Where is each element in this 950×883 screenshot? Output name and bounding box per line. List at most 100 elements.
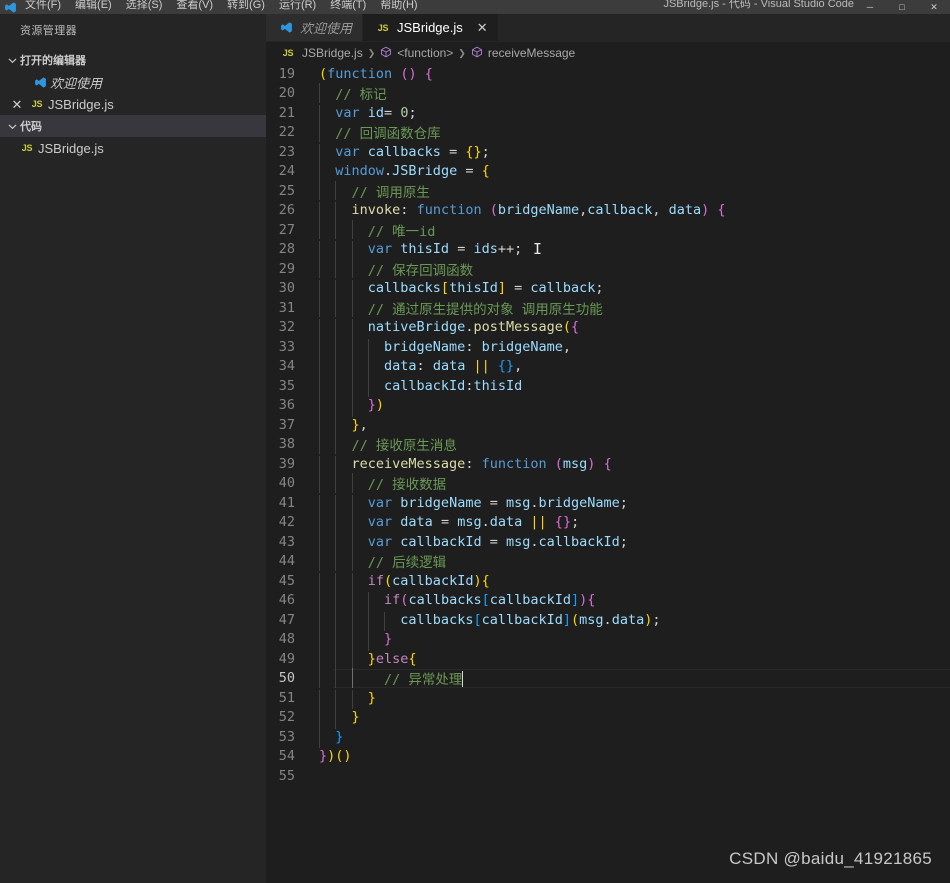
tab-jsbridge[interactable]: JS JSBridge.js ✕ [363,14,499,41]
line-number: 42 [278,514,295,531]
menu-run[interactable]: 运行(R) [272,0,323,12]
line-number: 55 [278,767,295,784]
code-line-text: // 保存回调函数 [319,258,950,279]
code-line[interactable]: 33 bridgeName: bridgeName, [267,337,950,359]
breadcrumb-item-function[interactable]: <function> [380,46,453,61]
tab-welcome[interactable]: 欢迎使用 [266,14,364,41]
code-token: callbackId [481,611,563,628]
code-token: callbacks [367,143,441,160]
breadcrumb-item-file[interactable]: JS JSBridge.js [279,46,363,60]
line-number: 53 [278,728,295,745]
code-token: = [481,494,506,511]
code-token: { [481,572,490,589]
code-token: bridgeName [538,494,620,511]
close-window-button[interactable]: ✕ [918,0,950,14]
code-line[interactable]: 50 // 异常处理 [267,668,950,688]
code-token: function [481,455,547,472]
code-line[interactable]: 24 window.JSBridge = { [267,162,950,183]
code-line-text: } [319,728,950,749]
code-line[interactable]: 39 receiveMessage: function (msg) { [267,454,950,476]
code-line[interactable]: 44 // 后续逻辑 [267,551,950,571]
code-token: : [465,338,482,355]
code-line[interactable]: 35 callbackId:thisId [267,376,950,398]
code-token: ( [489,202,498,219]
code-line[interactable]: 31 // 通过原生提供的对象 调用原生功能 [267,297,950,318]
breadcrumb-item-method[interactable]: receiveMessage [471,46,575,61]
code-token: else [375,650,409,667]
code-editor[interactable]: 19 (function () {20// 标记 21 var id= 0; 22// … [266,64,950,883]
code-line[interactable]: 38 // 接收原生消息 [267,434,950,454]
code-line[interactable]: 40 // 接收数据 [267,473,950,493]
code-line[interactable]: 26 invoke: function (bridgeName,callback,… [267,201,950,222]
code-line[interactable]: 41 var bridgeName = msg.bridgeName; [267,493,950,515]
code-line[interactable]: 27 // 唯一id [267,219,950,240]
code-token: { [497,358,507,375]
section-open-editors[interactable]: 打开的编辑器 [0,49,266,71]
code-line[interactable]: 51} [267,688,950,710]
menu-file[interactable]: 文件(F) [18,0,68,12]
menu-terminal[interactable]: 终端(T) [323,0,373,12]
open-editor-jsbridge[interactable]: ✕ JS JSBridge.js [0,93,266,115]
code-line[interactable]: 37}, [267,415,950,437]
code-line[interactable]: 55 [267,766,950,786]
code-token: id [367,104,385,121]
section-label: 代码 [20,121,42,133]
code-line[interactable]: 29 // 保存回调函数 [267,258,950,279]
code-line[interactable]: 23 var callbacks = {}; [267,142,950,164]
code-line[interactable]: 48} [267,630,950,651]
code-line[interactable]: 52} [267,708,950,729]
code-token: data [668,202,702,219]
menu-view[interactable]: 查看(V) [169,0,220,12]
close-icon[interactable]: ✕ [477,21,488,34]
code-token: { [481,163,490,180]
code-line[interactable]: 45 if(callbackId){ [267,571,950,593]
code-line[interactable]: 47 callbacks[callbackId](msg.data); [267,610,950,632]
code-token: = [481,533,506,550]
chevron-right-icon: ❯ [458,47,466,58]
close-icon[interactable]: ✕ [8,93,26,115]
code-line[interactable]: 25 // 调用原生 [267,180,950,201]
code-token: msg [505,494,531,511]
code-token: : [465,455,482,472]
code-token: , [514,358,523,375]
code-line[interactable]: 22 // 回调函数仓库 [267,122,950,143]
code-token: = [505,280,531,297]
chevron-down-icon [4,49,20,71]
code-line[interactable]: 53} [267,727,950,749]
line-number: 31 [278,299,295,316]
maximize-button[interactable]: □ [886,0,918,14]
open-editor-welcome[interactable]: 欢迎使用 [0,71,266,93]
menu-edit[interactable]: 编辑(E) [68,0,119,12]
line-number: 47 [278,611,295,628]
code-line[interactable]: 54})() [267,747,950,767]
vscode-logo-icon [2,0,18,14]
code-line[interactable]: 19 (function () { [267,64,950,84]
code-line[interactable]: 36}) [267,396,950,417]
line-number: 49 [278,650,295,667]
menu-help[interactable]: 帮助(H) [373,0,424,12]
section-code-folder[interactable]: 代码 [0,115,266,137]
code-token: // 回调函数仓库 [335,126,441,143]
code-token: var [367,241,393,258]
menu-go[interactable]: 转到(G) [220,0,272,12]
code-token: thisId [449,280,498,297]
code-token: . [530,533,539,550]
code-line[interactable]: 30 callbacks[thisId] = callback; [267,279,950,300]
line-number: 34 [278,358,295,375]
code-line[interactable]: 21 var id= 0; [267,103,950,125]
code-line[interactable]: 20 // 标记 [267,83,950,104]
code-line[interactable]: 32 nativeBridge.postMessage({ [267,318,950,339]
code-line[interactable]: 42 var data = msg.data || {}; [267,513,950,534]
file-item-label: JSBridge.js [38,140,104,156]
minimize-button[interactable]: ─ [854,0,886,14]
code-token: // 标记 [335,87,387,104]
menu-selection[interactable]: 选择(S) [119,0,170,12]
code-line-text: invoke: function (bridgeName,callback, d… [319,202,950,222]
code-line[interactable]: 49}else{ [267,649,950,671]
file-item-jsbridge[interactable]: JS JSBridge.js [0,137,266,159]
code-line[interactable]: 43 var callbackId = msg.callbackId; [267,532,950,554]
code-line[interactable]: 34 data: data || {}, [267,357,950,378]
code-line[interactable]: 28 var thisId = ids++; [267,240,950,261]
code-line[interactable]: 46 if(callbacks[callbackId]){ [267,591,950,612]
